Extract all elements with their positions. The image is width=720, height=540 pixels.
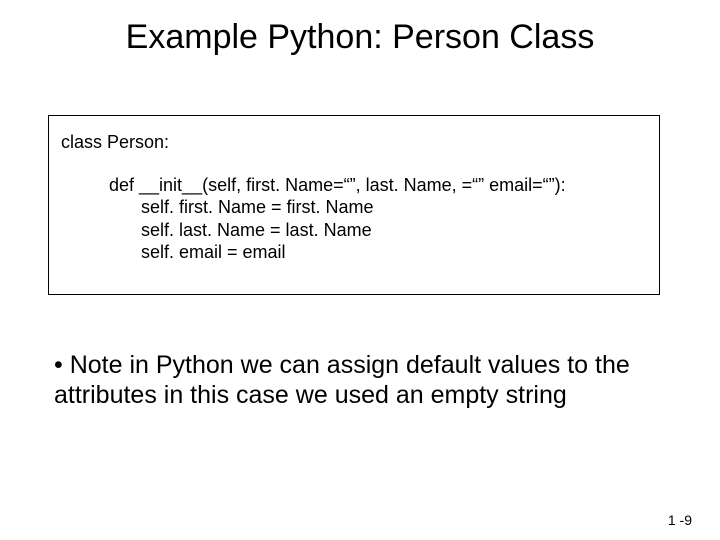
code-line-2: def __init__(self, first. Name=“”, last.… [61, 174, 647, 197]
code-blank [61, 154, 647, 174]
code-line-1: class Person: [61, 131, 647, 154]
code-line-5: self. email = email [61, 241, 647, 264]
slide-title: Example Python: Person Class [0, 18, 720, 57]
code-line-3: self. first. Name = first. Name [61, 196, 647, 219]
note-text: • Note in Python we can assign default v… [54, 350, 644, 410]
page-number: 1 -9 [668, 512, 692, 528]
code-line-4: self. last. Name = last. Name [61, 219, 647, 242]
code-box: class Person: def __init__(self, first. … [48, 115, 660, 295]
slide: Example Python: Person Class class Perso… [0, 0, 720, 540]
